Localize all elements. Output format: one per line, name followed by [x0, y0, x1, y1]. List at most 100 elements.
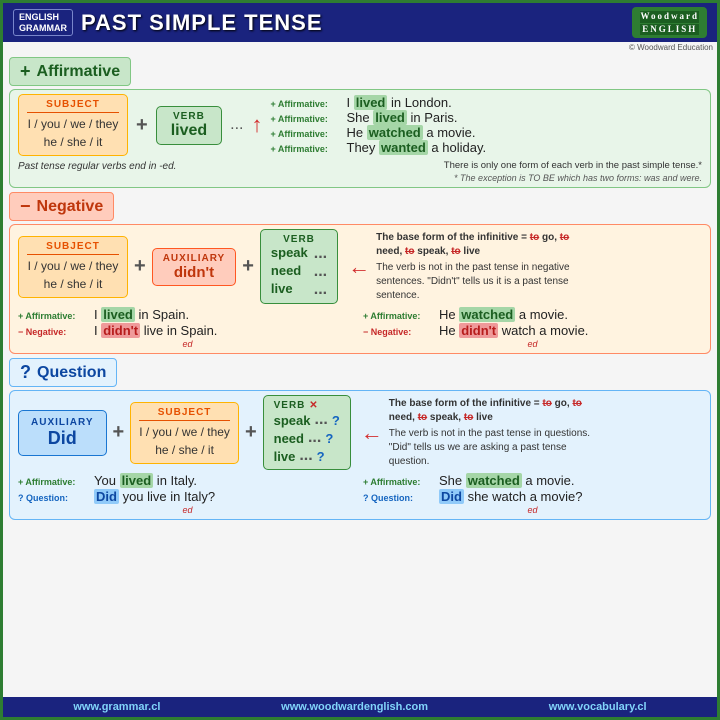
q-ex-aff-2: + Affirmative: She watched a movie. [363, 473, 702, 488]
q-q-label-1: ? Question: [18, 493, 90, 503]
negative-header: − Negative [9, 192, 114, 221]
neg-verb-live: live ... [271, 281, 327, 299]
q-aff-sentence-2: She watched a movie. [439, 473, 575, 488]
q-mark-2: ? [325, 431, 333, 446]
copyright: © Woodward Education [3, 42, 717, 53]
neg-subject-text: I / you / we / they he / she / it [27, 254, 119, 293]
aff-label-1: + Affirmative: [271, 99, 343, 109]
neg-arrow-icon: ← [348, 254, 370, 280]
neg-note-1: The base form of the infinitive = to go,… [376, 231, 596, 259]
header: ENGLISH GRAMMAR PAST SIMPLE TENSE Woodwa… [3, 3, 717, 42]
q-aff-sentence-1: You lived in Italy. [94, 473, 197, 488]
q-ex-aff-1: + Affirmative: You lived in Italy. [18, 473, 357, 488]
hl-did-1: Did [94, 489, 119, 504]
neg-aff-sentence-2: He watched a movie. [439, 307, 568, 322]
hl-didnt-2: didn't [459, 323, 498, 338]
neg-dots-1: ... [314, 245, 327, 263]
q-ex-q-2: ? Question: Did she watch a movie? [363, 489, 702, 504]
subject-text: I / you / we / they he / she / it [27, 112, 119, 151]
neg-verb-live-text: live [271, 281, 293, 299]
neg-verb-speak-text: speak [271, 245, 308, 263]
q-verb-speak: speak ... ? [274, 411, 340, 429]
neg-ed-note-2: ed [363, 339, 702, 349]
neg-verb-box: VERB speak ... need ... live ... [260, 229, 338, 304]
affirmative-notes: Past tense regular verbs end in -ed. The… [18, 158, 702, 172]
auxiliary-label: AUXILIARY [163, 253, 226, 264]
q-dots-1: ... [315, 411, 328, 429]
auxiliary-text: didn't [163, 264, 226, 281]
woodward-logo: Woodward ENGLISH [632, 7, 707, 38]
q-subject-line2: he / she / it [139, 441, 230, 459]
neg-neg-label-2: − Negative: [363, 327, 435, 337]
q-dots-2: ... [308, 429, 321, 447]
neg-dots-3: ... [314, 281, 327, 299]
auxiliary-box: AUXILIARY didn't [152, 248, 237, 286]
main-content: + Affirmative SUBJECT I / you / we / the… [3, 53, 717, 697]
verb-box: VERB lived [156, 106, 222, 145]
q-ed-note-2: ed [363, 505, 702, 515]
affirmative-section: + Affirmative SUBJECT I / you / we / the… [9, 57, 711, 188]
question-formula: AUXILIARY Did + SUBJECT I / you / we / t… [18, 395, 702, 470]
neg-neg-label-1: − Negative: [18, 327, 90, 337]
aff-sentence-2: She lived in Paris. [347, 110, 458, 125]
neg-dots-2: ... [314, 263, 327, 281]
question-sign: ? [20, 362, 31, 383]
hl-watched-neg: watched [459, 307, 515, 322]
hl-lived-q: lived [120, 473, 154, 488]
neg-right-notes: The base form of the infinitive = to go,… [376, 231, 596, 303]
footer-link-3[interactable]: www.vocabulary.cl [549, 701, 647, 713]
aff-example-4: + Affirmative: They wanted a holiday. [271, 140, 703, 155]
q-dots-3: ... [299, 447, 312, 465]
aff-example-1: + Affirmative: I lived in London. [271, 95, 703, 110]
subject-box: SUBJECT I / you / we / they he / she / i… [18, 94, 128, 156]
q-mark-1: ? [332, 413, 340, 428]
negative-examples: + Affirmative: I lived in Spain. − Negat… [18, 307, 702, 349]
q-verb-box: VERB ✕ speak ... ? need ... ? [263, 395, 351, 470]
negative-section: − Negative SUBJECT I / you / we / they h… [9, 192, 711, 354]
affirmative-examples: + Affirmative: I lived in London. + Affi… [271, 95, 703, 155]
affirmative-sign: + [20, 61, 31, 82]
q-mark-3: ? [317, 449, 325, 464]
hl-didnt-1: didn't [101, 323, 140, 338]
negative-sign: − [20, 196, 31, 217]
neg-verb-label: VERB [271, 234, 327, 245]
footer-link-1[interactable]: www.grammar.cl [73, 701, 160, 713]
footer-link-2[interactable]: www.woodwardenglish.com [281, 701, 428, 713]
q-plus-2: + [245, 421, 257, 444]
q-verb-need: need ... ? [274, 429, 340, 447]
q-subject-box: SUBJECT I / you / we / they he / she / i… [130, 402, 239, 464]
neg-neg-sentence-1: I didn't live in Spain. [94, 323, 217, 338]
q-note-2: The verb is not in the past tense in que… [389, 427, 609, 469]
neg-subject-line2: he / she / it [27, 275, 119, 293]
subject-line1: I / you / we / they [27, 115, 119, 133]
grammar-label: GRAMMAR [19, 23, 67, 34]
neg-ex-neg-2: − Negative: He didn't watch a movie. [363, 323, 702, 338]
neg-aff-label-2: + Affirmative: [363, 311, 435, 321]
q-auxiliary-label: AUXILIARY [31, 417, 94, 428]
q-subject-label: SUBJECT [139, 407, 230, 418]
affirmative-box: SUBJECT I / you / we / they he / she / i… [9, 89, 711, 188]
aff-sentence-1: I lived in London. [347, 95, 452, 110]
english-label: ENGLISH [19, 12, 67, 23]
hl-watched-q: watched [466, 473, 522, 488]
q-verb-label: VERB ✕ [274, 400, 340, 411]
q-right-notes: The base form of the infinitive = to go,… [389, 397, 609, 469]
neg-verb-need-text: need [271, 263, 301, 281]
hl-lived-neg: lived [101, 307, 135, 322]
exception-note: * The exception is TO BE which has two f… [18, 173, 702, 183]
dots: ... [230, 116, 243, 134]
q-note-1: The base form of the infinitive = to go,… [389, 397, 609, 425]
question-box: AUXILIARY Did + SUBJECT I / you / we / t… [9, 390, 711, 520]
question-section: ? Question AUXILIARY Did + SUBJECT I / y… [9, 358, 711, 520]
hl-wanted-1: wanted [379, 140, 428, 155]
aff-sentence-3: He watched a movie. [347, 125, 476, 140]
subject-label: SUBJECT [27, 99, 119, 110]
english-badge: ENGLISH [640, 24, 699, 36]
q-verb-live: live ... ? [274, 447, 340, 465]
aff-label-2: + Affirmative: [271, 114, 343, 124]
aff-note: Past tense regular verbs end in -ed. [18, 161, 176, 172]
affirmative-label: Affirmative [37, 63, 121, 81]
affirmative-formula: SUBJECT I / you / we / they he / she / i… [18, 94, 702, 156]
q-ex-q-1: ? Question: Did you live in Italy? [18, 489, 357, 504]
affirmative-header: + Affirmative [9, 57, 131, 86]
